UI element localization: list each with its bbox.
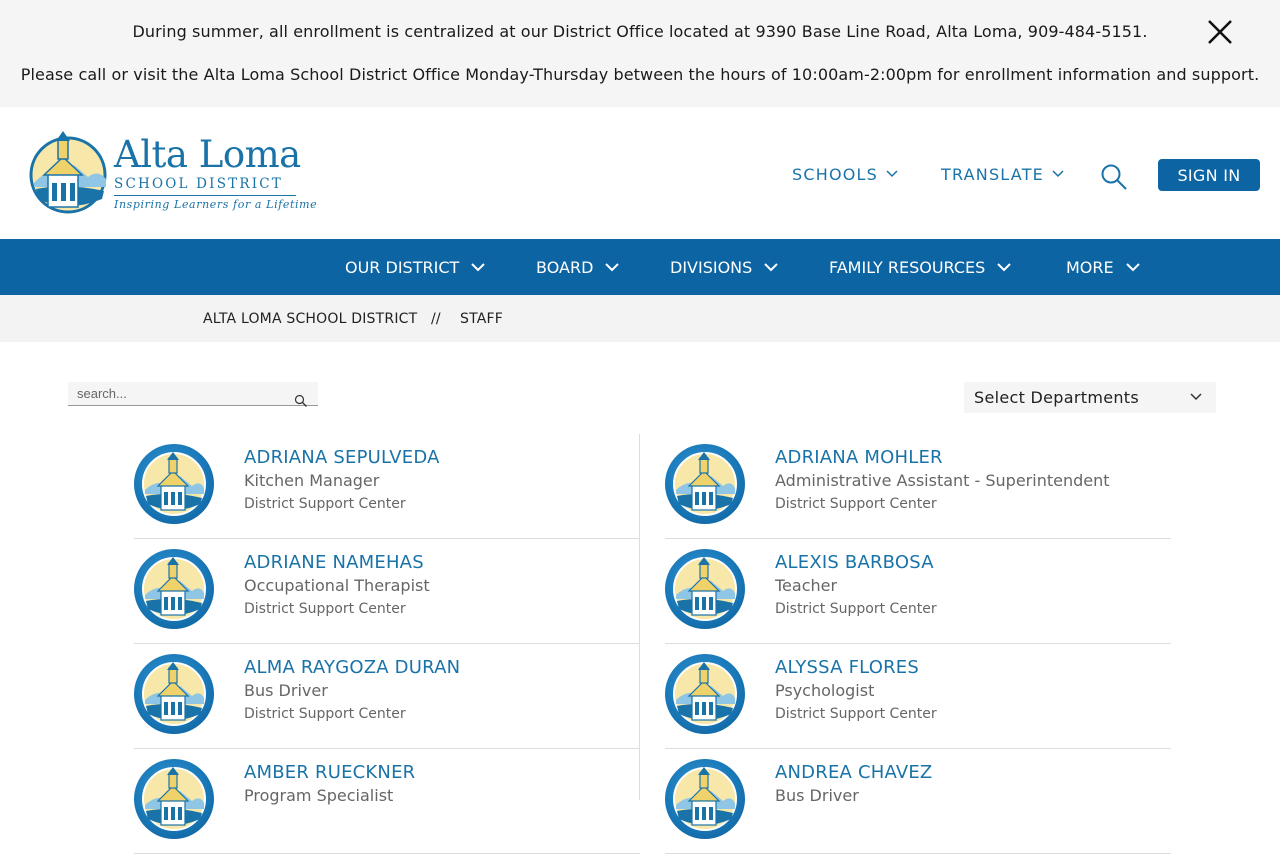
staff-search-input[interactable] [68,382,288,405]
nav-item-more[interactable]: MORE [1066,258,1140,277]
breadcrumb-separator: // [431,311,441,327]
chevron-down-icon [1052,170,1064,178]
nav-item-board[interactable]: BOARD [536,258,620,277]
breadcrumb-current: STAFF [460,311,504,327]
chevron-down-icon [1190,393,1202,401]
staff-card[interactable]: ANDREA CHAVEZ Bus Driver [665,749,1171,854]
nav-item-label: OUR DISTRICT [345,258,460,277]
staff-location: District Support Center [244,601,406,617]
staff-name-link[interactable]: ALMA RAYGOZA DURAN [244,657,460,678]
schoolhouse-logo-icon [29,131,107,214]
department-select-value: Select Departments [974,388,1140,407]
department-select[interactable]: Select Departments [964,382,1216,413]
chevron-down-icon [764,263,779,272]
alert-banner: During summer, all enrollment is central… [0,0,1280,107]
nav-item-our-district[interactable]: OUR DISTRICT [345,258,485,277]
search-icon[interactable] [294,394,308,408]
staff-job-title: Program Specialist [244,786,394,805]
staff-name-link[interactable]: ADRIANE NAMEHAS [244,552,424,573]
staff-avatar [134,444,214,524]
staff-avatar [665,759,745,839]
staff-job-title: Psychologist [775,681,875,700]
main-navigation: OUR DISTRICT BOARD DIVISIONS FAMILY RESO… [0,239,1280,295]
logo-title: Alta Loma [114,133,301,176]
nav-item-label: FAMILY RESOURCES [829,258,986,277]
staff-avatar [134,654,214,734]
staff-avatar [134,759,214,839]
district-logo[interactable]: Alta Loma SCHOOL DISTRICT Inspiring Lear… [28,127,317,219]
schools-dropdown[interactable]: SCHOOLS [792,165,898,184]
staff-job-title: Bus Driver [775,786,859,805]
staff-name-link[interactable]: ADRIANA MOHLER [775,447,943,468]
chevron-down-icon [886,170,898,178]
sign-in-button[interactable]: SIGN IN [1158,159,1260,191]
nav-item-family-resources[interactable]: FAMILY RESOURCES [829,258,1012,277]
translate-dropdown[interactable]: TRANSLATE [941,165,1064,184]
staff-card[interactable]: ADRIANA SEPULVEDA Kitchen Manager District… [134,434,640,539]
staff-job-title: Kitchen Manager [244,471,380,490]
chevron-down-icon [605,263,620,272]
alert-text-enrollment: During summer, all enrollment is central… [132,22,1148,41]
nav-item-divisions[interactable]: DIVISIONS [670,258,779,277]
chevron-down-icon [471,263,485,272]
staff-name-link[interactable]: ADRIANA SEPULVEDA [244,447,440,468]
staff-avatar [665,549,745,629]
staff-name-link[interactable]: ALYSSA FLORES [775,657,919,678]
search-icon[interactable] [1100,163,1128,191]
breadcrumb-home-link[interactable]: ALTA LOMA SCHOOL DISTRICT [203,311,417,327]
nav-item-label: DIVISIONS [670,258,753,277]
chevron-down-icon [1125,263,1140,272]
staff-card[interactable]: ALMA RAYGOZA DURAN Bus Driver District Sup… [134,644,640,749]
staff-name-link[interactable]: AMBER RUECKNER [244,762,415,783]
staff-name-link[interactable]: ANDREA CHAVEZ [775,762,932,783]
alert-text-hours: Please call or visit the Alta Loma Schoo… [20,65,1260,84]
staff-location: District Support Center [775,601,937,617]
staff-location: District Support Center [244,706,406,722]
staff-job-title: Occupational Therapist [244,576,430,595]
nav-item-label: BOARD [536,258,594,277]
staff-avatar [134,549,214,629]
staff-location: District Support Center [775,496,937,512]
staff-name-link[interactable]: ALEXIS BARBOSA [775,552,934,573]
breadcrumb: ALTA LOMA SCHOOL DISTRICT // STAFF [0,295,1280,342]
staff-card[interactable]: ADRIANE NAMEHAS Occupational Therapist Dis… [134,539,640,644]
chevron-down-icon [997,263,1012,272]
schools-label: SCHOOLS [792,165,879,184]
logo-tagline: Inspiring Learners for a Lifetime [114,198,318,211]
staff-location: District Support Center [244,496,406,512]
site-header: Alta Loma SCHOOL DISTRICT Inspiring Lear… [0,107,1280,239]
staff-avatar [665,654,745,734]
logo-subtitle: SCHOOL DISTRICT [114,176,283,192]
staff-location: District Support Center [775,706,937,722]
staff-job-title: Administrative Assistant - Superintenden… [775,471,1110,490]
translate-label: TRANSLATE [941,165,1044,184]
staff-card[interactable]: ADRIANA MOHLER Administrative Assistant -… [665,434,1171,539]
staff-avatar [665,444,745,524]
staff-job-title: Bus Driver [244,681,328,700]
staff-card[interactable]: ALYSSA FLORES Psychologist District Suppor… [665,644,1171,749]
staff-card[interactable]: AMBER RUECKNER Program Specialist [134,749,640,854]
close-icon[interactable] [1206,18,1234,46]
nav-item-label: MORE [1066,258,1114,277]
staff-card[interactable]: ALEXIS BARBOSA Teacher District Support Ce… [665,539,1171,644]
staff-job-title: Teacher [775,576,838,595]
logo-divider [114,195,296,196]
staff-search [68,382,318,408]
